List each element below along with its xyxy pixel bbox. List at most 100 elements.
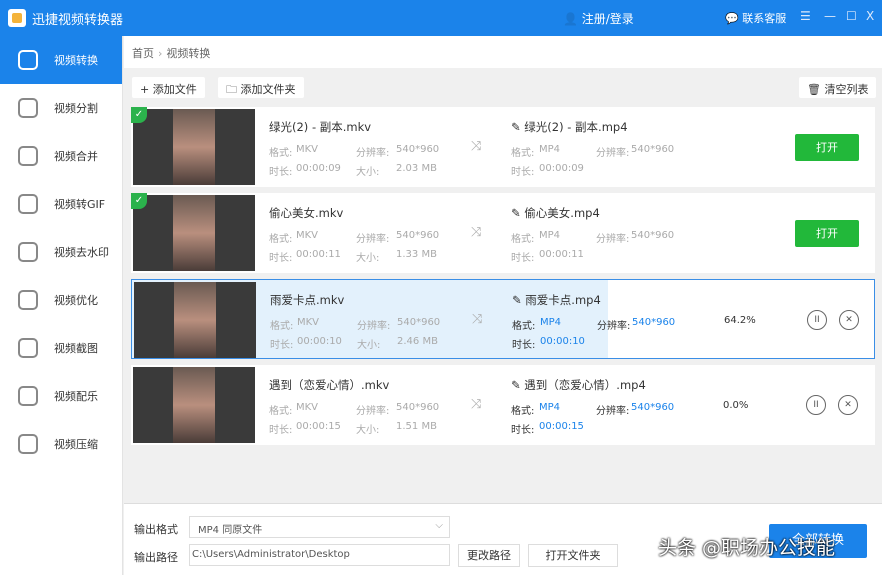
source-duration: 00:00:10 (297, 336, 342, 347)
output-resolution-label: 分辨率: (597, 321, 631, 332)
support-button[interactable]: 💬 联系客服 (725, 10, 786, 26)
file-row[interactable]: ✓ 偷心美女.mkv 格式: MKV 分辨率: 540*960 时长: 00:00… (131, 193, 875, 273)
source-file-name: 偷心美女.mkv (269, 206, 344, 220)
sidebar-item-video-convert[interactable]: 视频转换 (0, 36, 122, 84)
source-duration: 00:00:09 (296, 163, 341, 174)
sidebar-item-screenshot[interactable]: 视频截图 (0, 324, 122, 372)
output-name-text: 偷心美女.mp4 (524, 206, 600, 220)
video-thumbnail (133, 367, 255, 443)
output-name-text: 绿光(2) - 副本.mp4 (524, 120, 628, 134)
edit-icon[interactable]: ✎ (511, 206, 521, 220)
output-format: MP4 (539, 230, 561, 241)
source-size: 2.46 MB (397, 336, 438, 347)
output-format-label: 格式: (511, 234, 535, 245)
file-row[interactable]: ✓ 绿光(2) - 副本.mkv 格式: MKV 分辨率: 540*960 时长:… (131, 107, 875, 187)
open-button[interactable]: 打开 (795, 220, 859, 247)
close-button[interactable]: X (866, 9, 874, 23)
output-format-select[interactable]: MP4 同原文件 ⌵ (189, 516, 450, 538)
add-folder-button[interactable]: 🗀 添加文件夹 (218, 77, 304, 98)
video-thumbnail (133, 109, 255, 185)
duration-label: 时长: (269, 167, 293, 178)
sidebar-item-video-split[interactable]: 视频分割 (0, 84, 122, 132)
minimize-button[interactable]: — (824, 9, 836, 23)
sidebar-item-label: 视频优化 (54, 294, 98, 307)
breadcrumb-home[interactable]: 首页 (132, 47, 154, 60)
split-icon (18, 98, 38, 118)
duration-label: 时长: (269, 425, 293, 436)
cancel-icon[interactable]: ✕ (839, 310, 859, 330)
sidebar-item-label: 视频转GIF (54, 198, 106, 211)
source-resolution: 540*960 (396, 144, 440, 155)
sidebar-item-label: 视频配乐 (54, 390, 98, 403)
sidebar-item-label: 视频转换 (54, 54, 98, 67)
output-file-name[interactable]: ✎ 遇到（恋爱心情）.mp4 (511, 377, 646, 393)
check-icon: ✓ (131, 107, 147, 123)
edit-icon[interactable]: ✎ (512, 293, 522, 307)
output-format-label: 格式: (511, 148, 535, 159)
open-button[interactable]: 打开 (795, 134, 859, 161)
add-file-button[interactable]: + 添加文件 (132, 77, 205, 98)
sidebar-item-compress[interactable]: 视频压缩 (0, 420, 122, 468)
pause-icon[interactable]: II (806, 395, 826, 415)
sidebar-item-video-gif[interactable]: 视频转GIF (0, 180, 122, 228)
video-thumbnail (133, 195, 255, 271)
sidebar-item-video-optimize[interactable]: 视频优化 (0, 276, 122, 324)
output-file-name[interactable]: ✎ 绿光(2) - 副本.mp4 (511, 119, 628, 135)
file-row[interactable]: 雨爱卡点.mkv 格式: MKV 分辨率: 540*960 时长: 00:00:… (131, 279, 875, 359)
sidebar-item-label: 视频去水印 (54, 246, 109, 259)
source-format: MKV (296, 144, 319, 155)
chevron-down-icon: ⌵ (435, 520, 443, 531)
edit-icon[interactable]: ✎ (511, 120, 521, 134)
sidebar-item-music[interactable]: 视频配乐 (0, 372, 122, 420)
size-label: 大小: (356, 253, 380, 264)
output-format-label: 格式: (512, 321, 536, 332)
source-resolution: 540*960 (397, 317, 441, 328)
edit-icon[interactable]: ✎ (511, 378, 521, 392)
output-path-input[interactable]: C:\Users\Administrator\Desktop (189, 544, 450, 566)
open-folder-button[interactable]: 打开文件夹 (528, 544, 618, 567)
pause-icon[interactable]: II (807, 310, 827, 330)
source-file-name: 绿光(2) - 副本.mkv (269, 120, 372, 134)
output-format-value: MP4 同原文件 (198, 525, 263, 536)
optimize-icon (18, 290, 38, 310)
maximize-button[interactable]: ☐ (846, 9, 857, 23)
sidebar: 视频转换 视频分割 视频合并 视频转GIF 视频去水印 视频优化 视频截图 视频… (0, 36, 123, 575)
file-row[interactable]: 遇到（恋爱心情）.mkv 格式: MKV 分辨率: 540*960 时长: 00… (131, 365, 875, 445)
cancel-icon[interactable]: ✕ (838, 395, 858, 415)
output-format: MP4 (539, 144, 561, 155)
source-format: MKV (296, 230, 319, 241)
output-duration: 00:00:11 (539, 249, 584, 260)
login-button[interactable]: 👤 注册/登录 (563, 10, 634, 27)
size-label: 大小: (356, 425, 380, 436)
output-duration: 00:00:09 (539, 163, 584, 174)
image-icon (18, 338, 38, 358)
output-file-name[interactable]: ✎ 偷心美女.mp4 (511, 205, 600, 221)
output-duration-label: 时长: (512, 340, 536, 351)
clear-list-button[interactable]: 🗑 清空列表 (799, 77, 877, 98)
sidebar-item-video-merge[interactable]: 视频合并 (0, 132, 122, 180)
music-icon (18, 386, 38, 406)
output-file-name[interactable]: ✎ 雨爱卡点.mp4 (512, 292, 601, 308)
source-file-name: 雨爱卡点.mkv (270, 293, 345, 307)
menu-icon[interactable]: ☰ (800, 9, 811, 23)
resolution-label: 分辨率: (357, 321, 391, 332)
app-logo-icon (8, 9, 26, 27)
source-size: 2.03 MB (396, 163, 437, 174)
resolution-label: 分辨率: (356, 234, 390, 245)
size-label: 大小: (357, 340, 381, 351)
output-resolution: 540*960 (632, 317, 676, 328)
output-resolution: 540*960 (631, 402, 675, 413)
source-format: MKV (297, 317, 320, 328)
breadcrumb-separator: › (158, 47, 163, 60)
breadcrumb: 首页 › 视频转换 (124, 36, 882, 68)
title-bar: 迅捷视频转换器 👤 注册/登录 💬 联系客服 ☰ — ☐ X (0, 0, 882, 36)
format-label: 格式: (269, 406, 293, 417)
resolution-label: 分辨率: (356, 406, 390, 417)
sidebar-item-label: 视频合并 (54, 150, 98, 163)
sidebar-item-remove-watermark[interactable]: 视频去水印 (0, 228, 122, 276)
change-path-button[interactable]: 更改路径 (458, 544, 520, 567)
source-duration: 00:00:11 (296, 249, 341, 260)
output-duration-label: 时长: (511, 167, 535, 178)
progress-percent: 0.0% (723, 400, 749, 411)
output-resolution: 540*960 (631, 230, 675, 241)
